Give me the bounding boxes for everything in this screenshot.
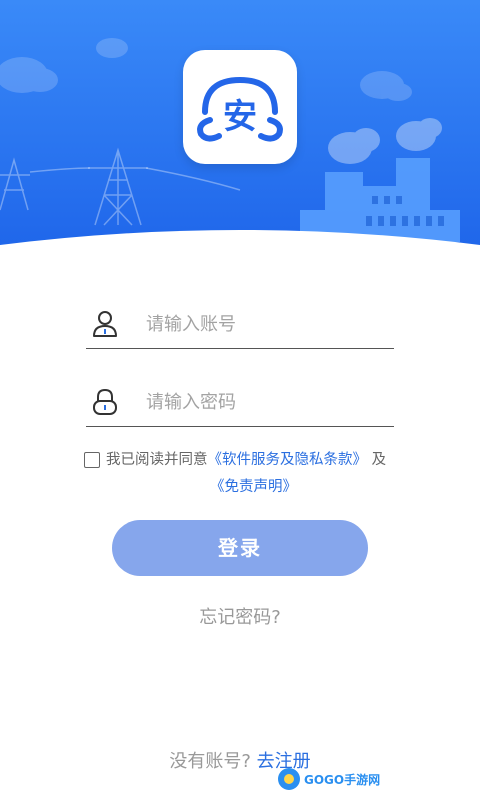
service-terms-link[interactable]: 《软件服务及隐私条款》 <box>208 452 368 468</box>
logo-char: 安 <box>223 97 257 137</box>
password-input[interactable] <box>146 386 386 418</box>
account-field-row <box>86 300 394 349</box>
agreement-and: 及 <box>371 452 387 468</box>
login-button[interactable]: 登录 <box>112 520 368 576</box>
forgot-password-link[interactable]: 忘记密码? <box>0 603 480 629</box>
password-field-row <box>86 378 394 427</box>
register-row: 没有账号? 去注册 <box>0 747 480 773</box>
watermark-text: GOGO手游网 <box>304 772 380 787</box>
disclaimer-link[interactable]: 《免责声明》 <box>210 479 297 495</box>
account-input[interactable] <box>146 308 386 340</box>
register-prompt: 没有账号? <box>169 751 251 772</box>
agreement-prefix: 我已阅读并同意 <box>106 452 208 468</box>
watermark-logo: GOGO手游网 <box>276 764 380 794</box>
agreement-checkbox[interactable] <box>84 452 100 468</box>
app-logo: 安 <box>183 50 297 164</box>
lock-icon <box>92 388 118 416</box>
user-icon <box>92 310 118 338</box>
